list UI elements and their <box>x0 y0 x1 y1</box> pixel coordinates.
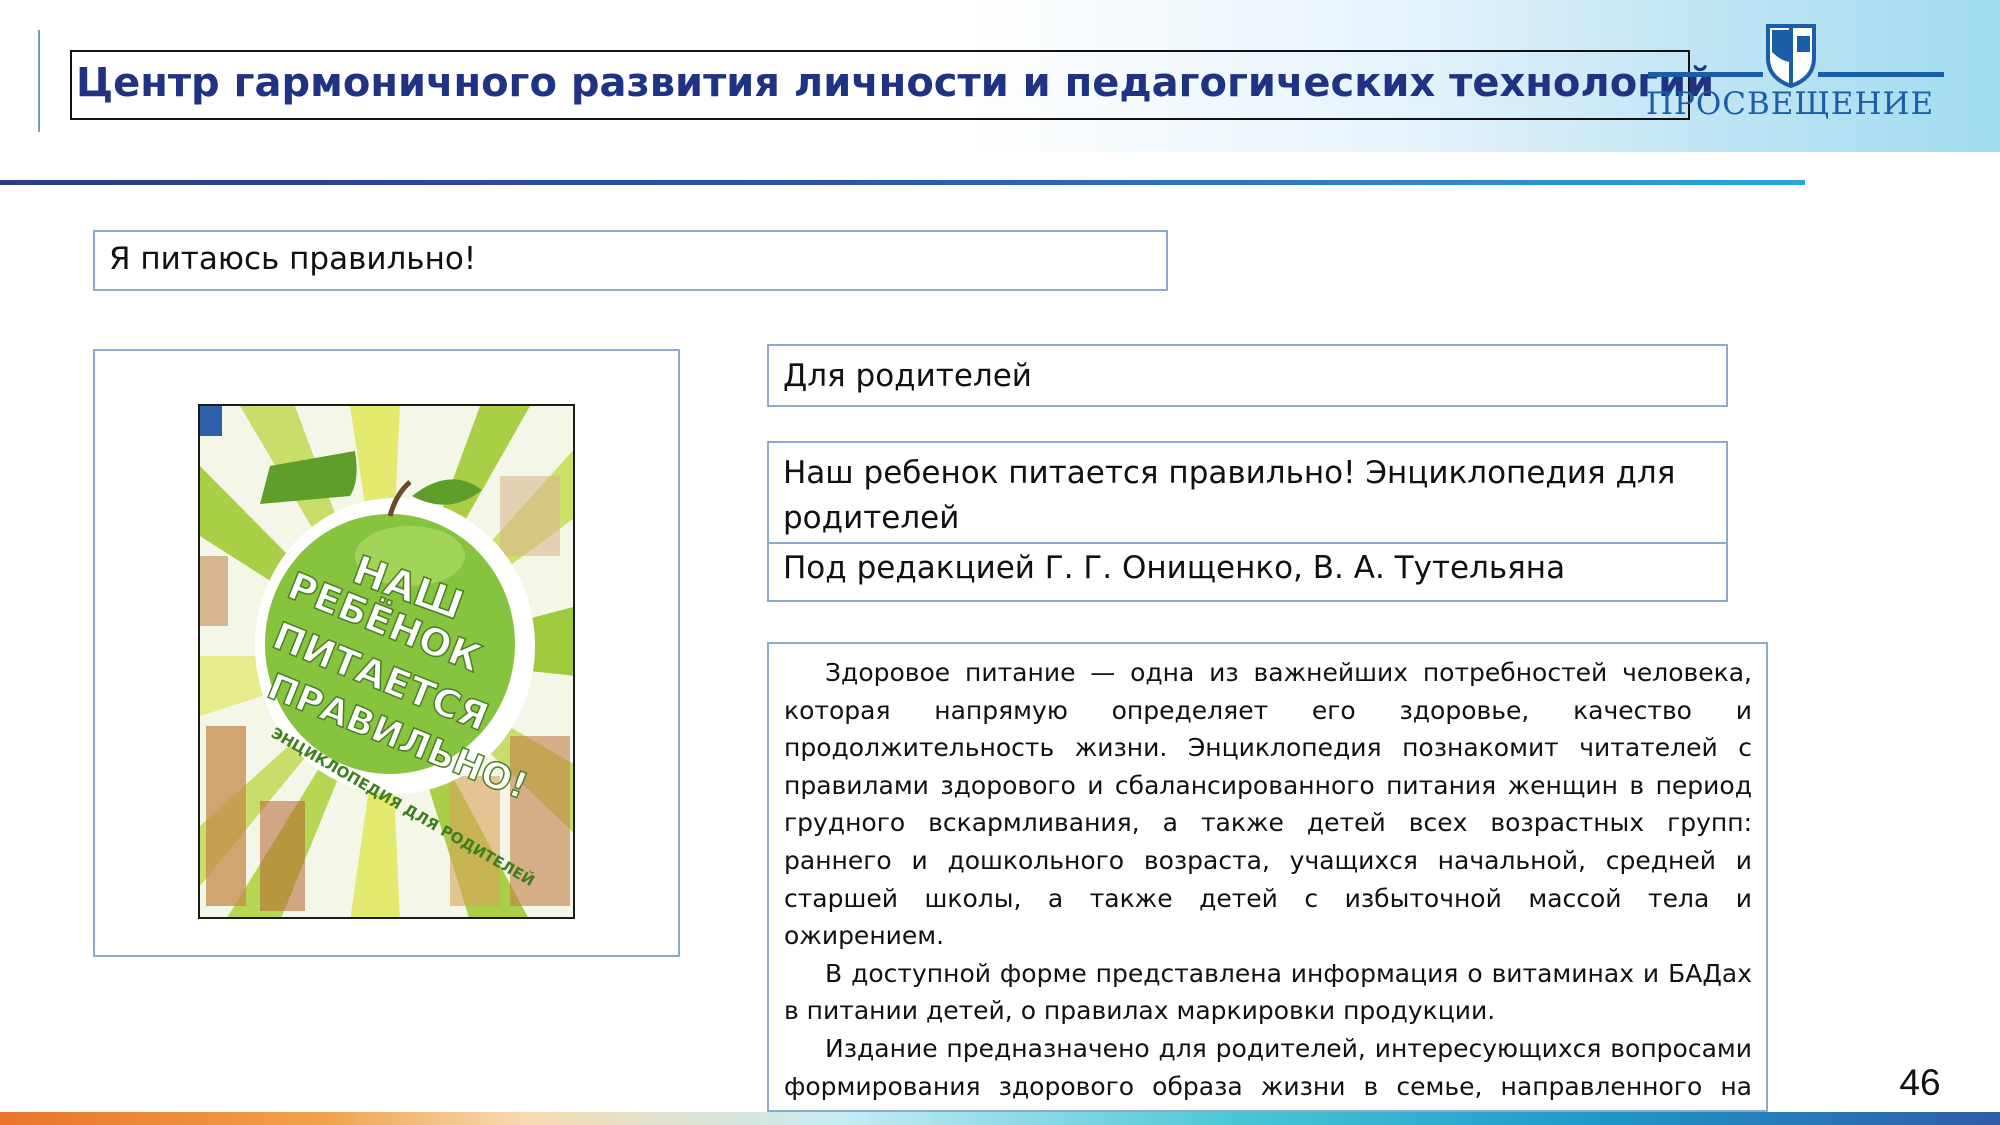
logo-text: ПРОСВЕЩЕНИЕ <box>1646 86 1935 122</box>
publisher-logo: ПРОСВЕЩЕНИЕ <box>1640 18 1960 128</box>
page-title: Центр гармоничного развития личности и п… <box>76 60 1715 106</box>
book-cover: НАШ РЕБЁНОК ПИТАЕТСЯ ПРАВИЛЬНО! ЭНЦИКЛОП… <box>198 404 575 919</box>
book-editors: Под редакцией Г. Г. Онищенко, В. А. Туте… <box>767 542 1728 602</box>
logo-line-right <box>1818 72 1944 77</box>
section-label: Я питаюсь правильно! <box>93 230 1168 291</box>
book-cover-art: НАШ РЕБЁНОК ПИТАЕТСЯ ПРАВИЛЬНО! ЭНЦИКЛОП… <box>200 406 573 917</box>
description-paragraph: Здоровое питание — одна из важнейших пот… <box>784 658 1752 951</box>
header-rule <box>0 180 1805 185</box>
logo-line-left <box>1648 72 1763 77</box>
description-paragraph: Издание предназначено для родителей, инт… <box>784 1033 1752 1125</box>
description-paragraph: В доступной форме представлена информаци… <box>784 958 1752 1026</box>
page-number: 46 <box>1899 1062 1941 1103</box>
book-description: Здоровое питание — одна из важнейших пот… <box>767 642 1768 1125</box>
book-title: Наш ребенок питается правильно! Энциклоп… <box>767 441 1728 545</box>
audience-label: Для родителей <box>767 344 1728 407</box>
header-divider <box>38 30 40 132</box>
footer-bar <box>0 1112 2000 1125</box>
shield-icon <box>1766 24 1816 88</box>
